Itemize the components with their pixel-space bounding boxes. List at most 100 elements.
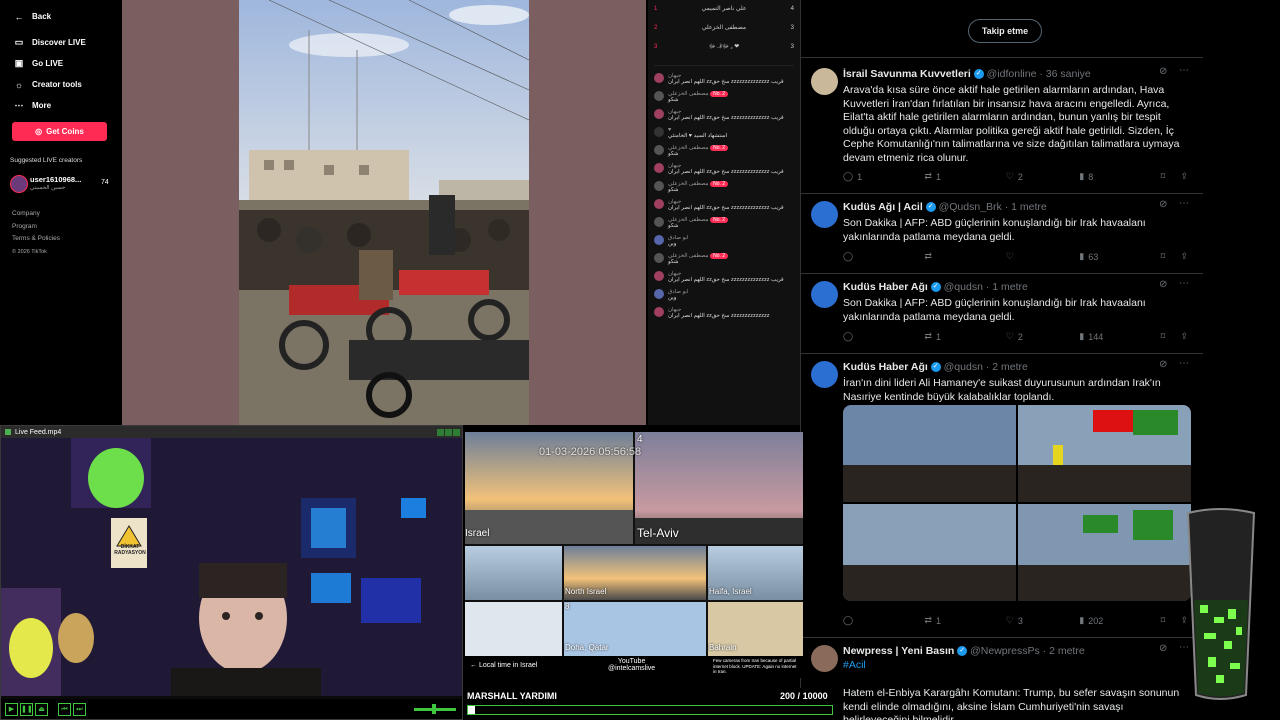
hashtag[interactable]: #Acil — [843, 659, 1188, 673]
reply-button[interactable]: ◯ 1 — [843, 171, 924, 182]
nav-back[interactable]: ← Back — [0, 6, 122, 27]
tweet-media[interactable] — [843, 405, 1191, 601]
chat-message[interactable]: جيهان اللهم انصر ايران zzسخ حق zzzzzzzzzz… — [648, 268, 800, 286]
views-button[interactable]: ▮ 202 — [1079, 615, 1160, 626]
avatar[interactable] — [811, 645, 838, 672]
pause-icon[interactable]: ❚❚ — [20, 702, 33, 716]
chat-message[interactable]: ♥ استشهاد السيد ♥ الخامنئي — [648, 124, 800, 142]
retweet-button[interactable]: ⇄ — [924, 251, 1005, 262]
tweet[interactable]: Kudüs Haber Ağı ✓ @qudsn · 2 metre ⊘ ⋯ İ… — [801, 353, 1203, 638]
chat-message[interactable]: مصطفى الخزعلي No. 2 شكو — [648, 142, 800, 160]
retweet-button[interactable]: ⇄ 1 — [924, 331, 1005, 342]
tweet-time[interactable]: · 1 metre — [1005, 201, 1047, 213]
bookmark-button[interactable]: ⌑ — [1161, 171, 1181, 182]
like-button[interactable]: ♡ 2 — [1006, 171, 1079, 182]
chat-message[interactable]: ابو صادق وين — [648, 232, 800, 250]
minimize-button[interactable] — [437, 428, 444, 436]
nav-discover-live[interactable]: ▭ Discover LIVE — [0, 32, 122, 53]
chat-message[interactable]: ابو صادق وين — [648, 286, 800, 304]
play-icon[interactable]: ▶ — [5, 702, 18, 716]
reply-button[interactable]: ◯ — [843, 251, 924, 262]
tweet-time[interactable]: · 2 metre — [1043, 645, 1085, 657]
chat-message[interactable]: مصطفى الخزعلي No. 2 شكو — [648, 178, 800, 196]
get-coins-button[interactable]: ◎ Get Coins — [12, 122, 107, 141]
more-icon[interactable]: ⋯ — [1179, 65, 1189, 76]
grok-icon[interactable]: ⊘ — [1159, 279, 1167, 290]
grok-icon[interactable]: ⊘ — [1159, 66, 1167, 77]
grok-icon[interactable]: ⊘ — [1159, 199, 1167, 210]
author-name[interactable]: Kudüs Ağı | Acil — [843, 201, 923, 213]
footer-program[interactable]: Program — [12, 221, 60, 234]
footer-company[interactable]: Company — [12, 208, 60, 221]
author-handle[interactable]: @NewpressPs — [970, 645, 1040, 657]
views-button[interactable]: ▮ 63 — [1079, 251, 1160, 262]
top-gifter-row[interactable]: 2 مصطفى الخزعلي 3 — [654, 19, 794, 38]
author-name[interactable]: Kudüs Haber Ağı — [843, 281, 928, 293]
author-handle[interactable]: @qudsn — [944, 281, 983, 293]
more-icon[interactable]: ⋯ — [1179, 278, 1189, 289]
top-gifter-row[interactable]: 3 و ﷻآ؋ۦ ﷻ ❤ 3 — [654, 38, 794, 57]
nav-more[interactable]: ⋯ More — [0, 95, 122, 116]
live-video[interactable] — [239, 0, 529, 425]
close-button[interactable] — [453, 428, 460, 436]
eject-icon[interactable]: ⏏ — [35, 702, 48, 716]
chat-message[interactable]: مصطفى الخزعلي No. 2 شكو — [648, 214, 800, 232]
share-button[interactable]: ⇪ — [1180, 331, 1188, 342]
unfollow-button[interactable]: Takip etme — [968, 19, 1042, 43]
more-icon[interactable]: ⋯ — [1179, 358, 1189, 369]
grok-icon[interactable]: ⊘ — [1159, 643, 1167, 654]
share-button[interactable]: ⇪ — [1180, 171, 1188, 182]
bookmark-button[interactable]: ⌑ — [1161, 331, 1181, 342]
nav-go-live[interactable]: ▣ Go LIVE — [0, 53, 122, 74]
previous-icon[interactable]: ⏮ — [58, 702, 71, 716]
volume-slider[interactable] — [414, 703, 456, 714]
author-name[interactable]: Newpress | Yeni Basın — [843, 645, 954, 657]
more-icon[interactable]: ⋯ — [1179, 198, 1189, 209]
next-icon[interactable]: ⏭ — [73, 702, 86, 716]
views-button[interactable]: ▮ 8 — [1079, 171, 1160, 182]
avatar[interactable] — [811, 201, 838, 228]
author-handle[interactable]: @idfonline — [987, 68, 1037, 80]
like-button[interactable]: ♡ 2 — [1006, 331, 1079, 342]
chat-message[interactable]: جيهان اللهم انصر ايران zzسخ حق zzzzzzzzzz… — [648, 70, 800, 88]
like-button[interactable]: ♡ 3 — [1006, 615, 1079, 626]
avatar[interactable] — [811, 68, 838, 95]
tweet[interactable]: İsrail Savunma Kuvvetleri ✓ @idfonline ·… — [801, 60, 1203, 194]
chat-message[interactable]: مصطفى الخزعلي No. 2 شكو — [648, 250, 800, 268]
avatar[interactable] — [811, 281, 838, 308]
retweet-button[interactable]: ⇄ 1 — [924, 171, 1005, 182]
avatar[interactable] — [811, 361, 838, 388]
chat-message[interactable]: مصطفى الخزعلي No. 2 شكو — [648, 88, 800, 106]
author-handle[interactable]: @qudsn — [944, 361, 983, 373]
chat-message[interactable]: جيهان اللهم انصر ايران zzسخ حق zzzzzzzzzz… — [648, 106, 800, 124]
volume-handle[interactable] — [432, 703, 436, 714]
tweet-time[interactable]: · 36 saniye — [1039, 68, 1090, 80]
chat-message[interactable]: جيهان اللهم انصر ايران zzسخ حق zzzzzzzzzz… — [648, 304, 800, 322]
reply-button[interactable]: ◯ — [843, 331, 924, 342]
tweet[interactable]: Kudüs Ağı | Acil ✓ @Qudsn_Brk · 1 metre … — [801, 193, 1203, 274]
avatar — [654, 73, 664, 83]
tweet[interactable]: Kudüs Haber Ağı ✓ @qudsn · 1 metre ⊘ ⋯ S… — [801, 273, 1203, 354]
maximize-button[interactable] — [445, 428, 452, 436]
top-gifter-row[interactable]: 1 علي ناصر التميمي 4 — [654, 0, 794, 19]
like-button[interactable]: ♡ — [1006, 251, 1079, 262]
chat-message[interactable]: جيهان اللهم انصر ايران zzسخ حق zzzzzzzzzz… — [648, 160, 800, 178]
tweet-time[interactable]: · 1 metre — [986, 281, 1028, 293]
author-handle[interactable]: @Qudsn_Brk — [939, 201, 1002, 213]
footer-terms[interactable]: Terms & Policies — [12, 233, 60, 246]
chat-message[interactable]: جيهان اللهم انصر ايران zzسخ حق zzzzzzzzzz… — [648, 196, 800, 214]
retweet-button[interactable]: ⇄ 1 — [924, 615, 1005, 626]
nav-creator-tools[interactable]: ☼ Creator tools — [0, 74, 122, 95]
bookmark-button[interactable]: ⌑ — [1161, 251, 1181, 262]
gifter-name: علي ناصر التميمي — [701, 6, 747, 12]
tweet[interactable]: Newpress | Yeni Basın ✓ @NewpressPs · 2 … — [801, 637, 1203, 720]
tweet-time[interactable]: · 2 metre — [986, 361, 1028, 373]
share-button[interactable]: ⇪ — [1180, 251, 1188, 262]
reply-button[interactable]: ◯ — [843, 615, 924, 626]
author-name[interactable]: Kudüs Haber Ağı — [843, 361, 928, 373]
bookmark-button[interactable]: ⌑ — [1161, 615, 1181, 626]
views-button[interactable]: ▮ 144 — [1079, 331, 1160, 342]
suggested-creator[interactable]: user1610968... حسين الحسيني 74 — [10, 174, 118, 194]
author-name[interactable]: İsrail Savunma Kuvvetleri — [843, 68, 971, 80]
grok-icon[interactable]: ⊘ — [1159, 359, 1167, 370]
